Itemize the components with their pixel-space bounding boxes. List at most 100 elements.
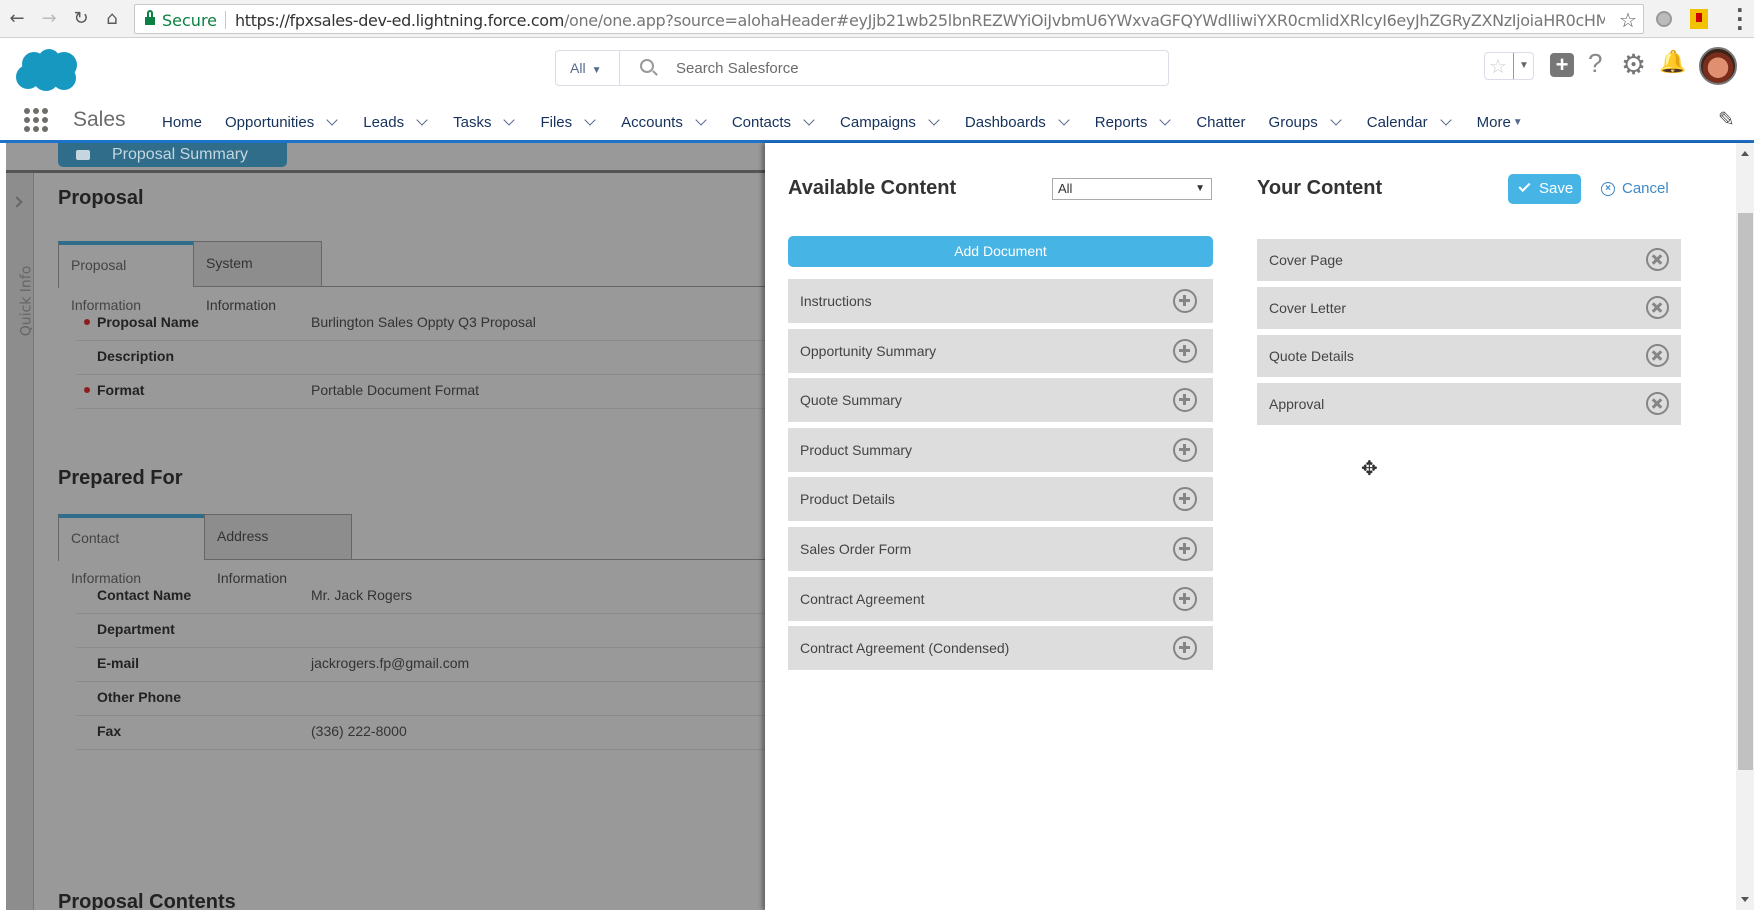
available-item-instructions[interactable]: Instructions <box>788 279 1213 323</box>
back-icon[interactable]: ← <box>6 8 28 30</box>
favorites-dropdown-icon[interactable]: ▼ <box>1513 53 1534 79</box>
available-item-opportunity-summary[interactable]: Opportunity Summary <box>788 328 1213 373</box>
your-item-approval[interactable]: Approval <box>1257 383 1681 425</box>
nav-item-campaigns[interactable]: Campaigns <box>840 110 942 134</box>
tab-address-information[interactable]: Address Information <box>204 514 352 586</box>
nav-item-home[interactable]: Home <box>162 110 202 134</box>
chevron-down-icon[interactable] <box>1058 113 1070 126</box>
available-item-contract-agreement-condensed[interactable]: Contract Agreement (Condensed) <box>788 626 1213 671</box>
tab-proposal-information[interactable]: Proposal Information <box>58 241 193 313</box>
remove-circle-x-icon[interactable] <box>1646 344 1669 367</box>
extension-icon[interactable] <box>1656 11 1672 27</box>
scroll-up-arrow-icon[interactable] <box>1741 151 1749 156</box>
search-scope-dropdown[interactable]: All ▼ <box>556 51 620 85</box>
add-document-button[interactable]: Add Document <box>788 236 1213 267</box>
app-launcher-icon[interactable] <box>24 108 48 132</box>
content-filter-value: All <box>1058 181 1073 196</box>
add-circle-plus-icon[interactable] <box>1173 487 1197 512</box>
your-item-quote-details[interactable]: Quote Details <box>1257 335 1681 377</box>
chevron-down-icon[interactable] <box>416 113 428 126</box>
panel-scrollbar[interactable] <box>1736 143 1754 910</box>
available-item-label: Quote Summary <box>800 392 902 409</box>
your-item-cover-page[interactable]: Cover Page <box>1257 239 1681 281</box>
chevron-down-icon[interactable] <box>326 113 338 126</box>
global-actions-add-icon[interactable]: + <box>1550 53 1574 77</box>
nav-item-calendar[interactable]: Calendar <box>1367 110 1454 134</box>
add-circle-plus-icon[interactable] <box>1173 636 1197 661</box>
setup-gear-icon[interactable]: ⚙ <box>1621 48 1646 81</box>
nav-item-opportunities[interactable]: Opportunities <box>225 110 340 134</box>
field-value: Burlington Sales Oppty Q3 Proposal <box>311 314 536 330</box>
chevron-down-icon[interactable] <box>1159 113 1171 126</box>
your-item-label: Quote Details <box>1269 348 1354 364</box>
available-item-label: Opportunity Summary <box>800 342 937 359</box>
field-value: Mr. Jack Rogers <box>311 587 413 603</box>
quick-info-sidebar[interactable]: Quick Info <box>6 173 34 910</box>
chevron-down-icon[interactable] <box>695 113 707 126</box>
add-circle-plus-icon[interactable] <box>1173 338 1197 363</box>
scrollbar-thumb[interactable] <box>1738 213 1753 770</box>
add-circle-plus-icon[interactable] <box>1173 537 1197 561</box>
url-text[interactable]: https://fpxsales-dev-ed.lightning.force.… <box>235 11 1605 30</box>
chevron-down-icon[interactable] <box>503 113 516 126</box>
available-item-quote-summary[interactable]: Quote Summary <box>788 378 1213 423</box>
address-bar[interactable]: Secure https://fpxsales-dev-ed.lightning… <box>134 4 1644 34</box>
help-icon[interactable]: ? <box>1588 48 1602 79</box>
content-selector-panel: Available Content All ▼ Add Document Ins… <box>765 143 1754 910</box>
available-item-sales-order-form[interactable]: Sales Order Form <box>788 527 1213 571</box>
chevron-down-icon[interactable] <box>803 113 815 126</box>
your-item-cover-letter[interactable]: Cover Letter <box>1257 287 1681 329</box>
url-path: /one/one.app?source=alohaHeader#eyJjb21w… <box>563 11 1605 30</box>
edit-nav-pencil-icon[interactable]: ✎ <box>1718 107 1735 131</box>
content-filter-select[interactable]: All ▼ <box>1052 178 1212 200</box>
nav-item-label: Campaigns <box>840 113 916 131</box>
proposal-summary-tab[interactable]: Proposal Summary <box>58 143 287 167</box>
prepared-for-tabs: Contact Information Address Information <box>58 514 766 586</box>
nav-item-contacts[interactable]: Contacts <box>732 110 817 134</box>
forward-icon[interactable]: → <box>38 8 60 30</box>
nav-item-groups[interactable]: Groups <box>1269 110 1344 134</box>
tab-system-information[interactable]: System Information <box>193 241 322 313</box>
nav-item-reports[interactable]: Reports <box>1095 110 1174 134</box>
chevron-down-icon[interactable] <box>928 113 940 126</box>
scroll-down-arrow-icon[interactable] <box>1741 897 1749 902</box>
chevron-down-icon[interactable] <box>1439 113 1452 126</box>
remove-circle-x-icon[interactable] <box>1646 248 1669 271</box>
home-icon[interactable]: ⌂ <box>101 8 123 30</box>
field-label: Department <box>97 621 175 637</box>
available-item-product-details[interactable]: Product Details <box>788 477 1213 522</box>
notifications-bell-icon[interactable]: 🔔 <box>1659 50 1686 75</box>
nav-item-chatter[interactable]: Chatter <box>1196 110 1245 134</box>
search-input[interactable] <box>676 51 1156 85</box>
global-header: All ▼ ☆ ▼ + ? ⚙ 🔔 Sales Home Opportunities… <box>0 38 1754 143</box>
add-circle-plus-icon[interactable] <box>1173 586 1197 611</box>
nav-item-files[interactable]: Files <box>540 110 598 134</box>
download-extension-icon[interactable] <box>1690 9 1708 29</box>
nav-item-leads[interactable]: Leads <box>363 110 430 134</box>
quick-info-label: Quick Info <box>18 265 35 337</box>
favorite-star-icon[interactable]: ☆ <box>1489 54 1507 79</box>
nav-item-more[interactable]: More ▼ <box>1477 110 1523 134</box>
add-circle-plus-icon[interactable] <box>1173 388 1197 413</box>
remove-circle-x-icon[interactable] <box>1646 392 1669 415</box>
reload-icon[interactable]: ↻ <box>70 8 92 30</box>
nav-item-dashboards[interactable]: Dashboards <box>965 110 1072 134</box>
nav-item-label: Tasks <box>453 113 492 131</box>
remove-circle-x-icon[interactable] <box>1646 296 1669 319</box>
bookmark-star-icon[interactable]: ☆ <box>1619 8 1637 33</box>
add-circle-plus-icon[interactable] <box>1173 289 1197 313</box>
save-button[interactable]: Save <box>1508 174 1581 204</box>
add-circle-plus-icon[interactable] <box>1173 437 1197 462</box>
user-avatar[interactable] <box>1699 47 1737 85</box>
field-label: Other Phone <box>97 689 182 705</box>
browser-menu-icon[interactable]: · · · <box>1736 0 1744 38</box>
available-item-contract-agreement[interactable]: Contract Agreement <box>788 576 1213 621</box>
chevron-down-icon[interactable] <box>1330 113 1342 126</box>
chevron-down-icon[interactable] <box>584 113 596 126</box>
salesforce-logo[interactable] <box>14 48 80 92</box>
tab-contact-information[interactable]: Contact Information <box>58 514 204 586</box>
chevron-right-icon[interactable] <box>11 196 23 208</box>
available-item-product-summary[interactable]: Product Summary <box>788 427 1213 472</box>
nav-item-accounts[interactable]: Accounts <box>621 110 709 134</box>
nav-item-tasks[interactable]: Tasks <box>453 110 517 134</box>
